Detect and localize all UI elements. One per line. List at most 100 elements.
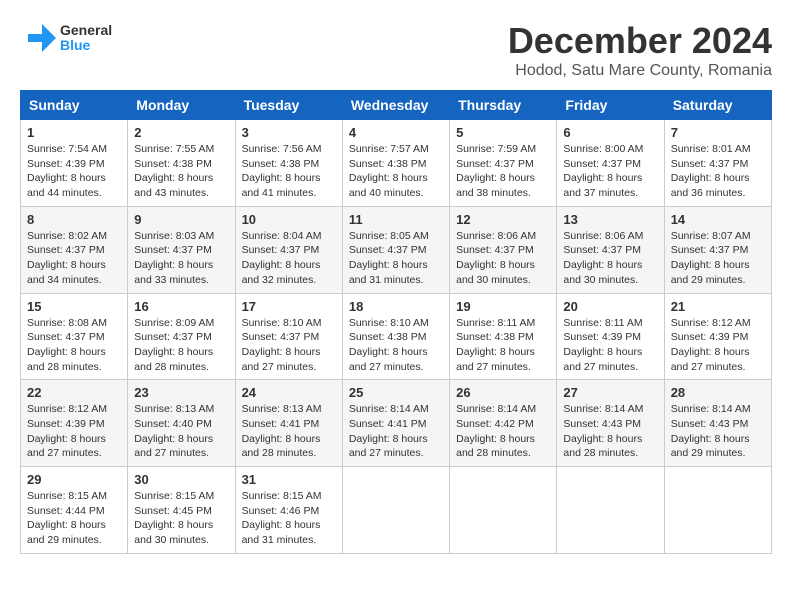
day-number: 14 bbox=[671, 212, 765, 227]
day-number: 21 bbox=[671, 299, 765, 314]
day-number: 24 bbox=[242, 385, 336, 400]
day-info: Sunrise: 8:11 AM Sunset: 4:38 PM Dayligh… bbox=[456, 316, 550, 375]
day-cell: 6Sunrise: 8:00 AM Sunset: 4:37 PM Daylig… bbox=[557, 120, 664, 207]
day-number: 31 bbox=[242, 472, 336, 487]
day-cell: 29 Sunrise: 8:15 AM Sunset: 4:44 PM Dayli… bbox=[21, 467, 128, 554]
calendar-table: SundayMondayTuesdayWednesdayThursdayFrid… bbox=[20, 90, 772, 554]
day-number: 27 bbox=[563, 385, 657, 400]
logo: General Blue bbox=[20, 20, 112, 56]
day-cell: 14 Sunrise: 8:07 AM Sunset: 4:37 PM Dayli… bbox=[664, 206, 771, 293]
day-cell: 24 Sunrise: 8:13 AM Sunset: 4:41 PM Dayli… bbox=[235, 380, 342, 467]
day-info: Sunrise: 7:54 AM Sunset: 4:39 PM Dayligh… bbox=[27, 142, 121, 201]
title-section: December 2024 Hodod, Satu Mare County, R… bbox=[508, 20, 772, 80]
header-cell-friday: Friday bbox=[557, 91, 664, 120]
day-number: 7 bbox=[671, 125, 765, 140]
day-info: Sunrise: 8:05 AM Sunset: 4:37 PM Dayligh… bbox=[349, 229, 443, 288]
day-cell: 5Sunrise: 7:59 AM Sunset: 4:37 PM Daylig… bbox=[450, 120, 557, 207]
header-cell-monday: Monday bbox=[128, 91, 235, 120]
day-cell: 19 Sunrise: 8:11 AM Sunset: 4:38 PM Dayli… bbox=[450, 293, 557, 380]
day-cell: 23Sunrise: 8:13 AM Sunset: 4:40 PM Dayli… bbox=[128, 380, 235, 467]
day-info: Sunrise: 8:04 AM Sunset: 4:37 PM Dayligh… bbox=[242, 229, 336, 288]
day-number: 5 bbox=[456, 125, 550, 140]
day-number: 29 bbox=[27, 472, 121, 487]
day-info: Sunrise: 8:12 AM Sunset: 4:39 PM Dayligh… bbox=[671, 316, 765, 375]
week-row-3: 15 Sunrise: 8:08 AM Sunset: 4:37 PM Dayli… bbox=[21, 293, 772, 380]
day-info: Sunrise: 8:08 AM Sunset: 4:37 PM Dayligh… bbox=[27, 316, 121, 375]
month-title: December 2024 bbox=[508, 20, 772, 62]
day-cell: 26 Sunrise: 8:14 AM Sunset: 4:42 PM Dayli… bbox=[450, 380, 557, 467]
day-cell: 31 Sunrise: 8:15 AM Sunset: 4:46 PM Dayli… bbox=[235, 467, 342, 554]
day-cell: 21 Sunrise: 8:12 AM Sunset: 4:39 PM Dayli… bbox=[664, 293, 771, 380]
day-info: Sunrise: 8:14 AM Sunset: 4:41 PM Dayligh… bbox=[349, 402, 443, 461]
day-info: Sunrise: 8:13 AM Sunset: 4:40 PM Dayligh… bbox=[134, 402, 228, 461]
header: General Blue December 2024 Hodod, Satu M… bbox=[20, 20, 772, 80]
header-cell-thursday: Thursday bbox=[450, 91, 557, 120]
location-title: Hodod, Satu Mare County, Romania bbox=[508, 62, 772, 80]
day-cell: 8Sunrise: 8:02 AM Sunset: 4:37 PM Daylig… bbox=[21, 206, 128, 293]
calendar-header-row: SundayMondayTuesdayWednesdayThursdayFrid… bbox=[21, 91, 772, 120]
logo-icon bbox=[20, 20, 56, 56]
day-number: 10 bbox=[242, 212, 336, 227]
day-cell bbox=[450, 467, 557, 554]
day-info: Sunrise: 8:15 AM Sunset: 4:44 PM Dayligh… bbox=[27, 489, 121, 548]
day-info: Sunrise: 7:56 AM Sunset: 4:38 PM Dayligh… bbox=[242, 142, 336, 201]
day-info: Sunrise: 8:10 AM Sunset: 4:37 PM Dayligh… bbox=[242, 316, 336, 375]
day-cell: 30Sunrise: 8:15 AM Sunset: 4:45 PM Dayli… bbox=[128, 467, 235, 554]
day-cell bbox=[557, 467, 664, 554]
day-info: Sunrise: 8:12 AM Sunset: 4:39 PM Dayligh… bbox=[27, 402, 121, 461]
day-cell bbox=[664, 467, 771, 554]
day-cell: 27 Sunrise: 8:14 AM Sunset: 4:43 PM Dayli… bbox=[557, 380, 664, 467]
day-info: Sunrise: 8:15 AM Sunset: 4:46 PM Dayligh… bbox=[242, 489, 336, 548]
day-number: 6 bbox=[563, 125, 657, 140]
day-info: Sunrise: 8:02 AM Sunset: 4:37 PM Dayligh… bbox=[27, 229, 121, 288]
week-row-2: 8Sunrise: 8:02 AM Sunset: 4:37 PM Daylig… bbox=[21, 206, 772, 293]
week-row-5: 29 Sunrise: 8:15 AM Sunset: 4:44 PM Dayli… bbox=[21, 467, 772, 554]
week-row-4: 22Sunrise: 8:12 AM Sunset: 4:39 PM Dayli… bbox=[21, 380, 772, 467]
day-info: Sunrise: 7:57 AM Sunset: 4:38 PM Dayligh… bbox=[349, 142, 443, 201]
day-cell: 25Sunrise: 8:14 AM Sunset: 4:41 PM Dayli… bbox=[342, 380, 449, 467]
day-number: 15 bbox=[27, 299, 121, 314]
day-number: 18 bbox=[349, 299, 443, 314]
week-row-1: 1 Sunrise: 7:54 AM Sunset: 4:39 PM Daylig… bbox=[21, 120, 772, 207]
day-info: Sunrise: 8:11 AM Sunset: 4:39 PM Dayligh… bbox=[563, 316, 657, 375]
day-number: 11 bbox=[349, 212, 443, 227]
day-number: 19 bbox=[456, 299, 550, 314]
day-cell: 11 Sunrise: 8:05 AM Sunset: 4:37 PM Dayli… bbox=[342, 206, 449, 293]
day-cell: 3Sunrise: 7:56 AM Sunset: 4:38 PM Daylig… bbox=[235, 120, 342, 207]
day-cell: 7Sunrise: 8:01 AM Sunset: 4:37 PM Daylig… bbox=[664, 120, 771, 207]
logo-text: General Blue bbox=[60, 23, 112, 54]
day-number: 1 bbox=[27, 125, 121, 140]
day-number: 12 bbox=[456, 212, 550, 227]
day-number: 26 bbox=[456, 385, 550, 400]
day-number: 17 bbox=[242, 299, 336, 314]
day-number: 28 bbox=[671, 385, 765, 400]
header-cell-saturday: Saturday bbox=[664, 91, 771, 120]
day-number: 13 bbox=[563, 212, 657, 227]
day-info: Sunrise: 8:03 AM Sunset: 4:37 PM Dayligh… bbox=[134, 229, 228, 288]
day-cell: 22Sunrise: 8:12 AM Sunset: 4:39 PM Dayli… bbox=[21, 380, 128, 467]
header-cell-tuesday: Tuesday bbox=[235, 91, 342, 120]
header-cell-sunday: Sunday bbox=[21, 91, 128, 120]
day-number: 9 bbox=[134, 212, 228, 227]
day-cell: 1 Sunrise: 7:54 AM Sunset: 4:39 PM Daylig… bbox=[21, 120, 128, 207]
day-cell: 13 Sunrise: 8:06 AM Sunset: 4:37 PM Dayli… bbox=[557, 206, 664, 293]
day-cell: 16Sunrise: 8:09 AM Sunset: 4:37 PM Dayli… bbox=[128, 293, 235, 380]
day-info: Sunrise: 8:14 AM Sunset: 4:43 PM Dayligh… bbox=[671, 402, 765, 461]
day-info: Sunrise: 8:07 AM Sunset: 4:37 PM Dayligh… bbox=[671, 229, 765, 288]
day-cell: 28 Sunrise: 8:14 AM Sunset: 4:43 PM Dayli… bbox=[664, 380, 771, 467]
day-info: Sunrise: 8:10 AM Sunset: 4:38 PM Dayligh… bbox=[349, 316, 443, 375]
day-info: Sunrise: 8:09 AM Sunset: 4:37 PM Dayligh… bbox=[134, 316, 228, 375]
day-info: Sunrise: 8:14 AM Sunset: 4:43 PM Dayligh… bbox=[563, 402, 657, 461]
day-number: 4 bbox=[349, 125, 443, 140]
day-info: Sunrise: 8:06 AM Sunset: 4:37 PM Dayligh… bbox=[563, 229, 657, 288]
logo-line2: Blue bbox=[60, 38, 112, 53]
day-info: Sunrise: 8:13 AM Sunset: 4:41 PM Dayligh… bbox=[242, 402, 336, 461]
day-cell: 2Sunrise: 7:55 AM Sunset: 4:38 PM Daylig… bbox=[128, 120, 235, 207]
calendar-body: 1 Sunrise: 7:54 AM Sunset: 4:39 PM Daylig… bbox=[21, 120, 772, 554]
logo-line1: General bbox=[60, 23, 112, 38]
day-number: 30 bbox=[134, 472, 228, 487]
day-cell: 15 Sunrise: 8:08 AM Sunset: 4:37 PM Dayli… bbox=[21, 293, 128, 380]
header-cell-wednesday: Wednesday bbox=[342, 91, 449, 120]
day-info: Sunrise: 8:14 AM Sunset: 4:42 PM Dayligh… bbox=[456, 402, 550, 461]
day-cell: 12Sunrise: 8:06 AM Sunset: 4:37 PM Dayli… bbox=[450, 206, 557, 293]
